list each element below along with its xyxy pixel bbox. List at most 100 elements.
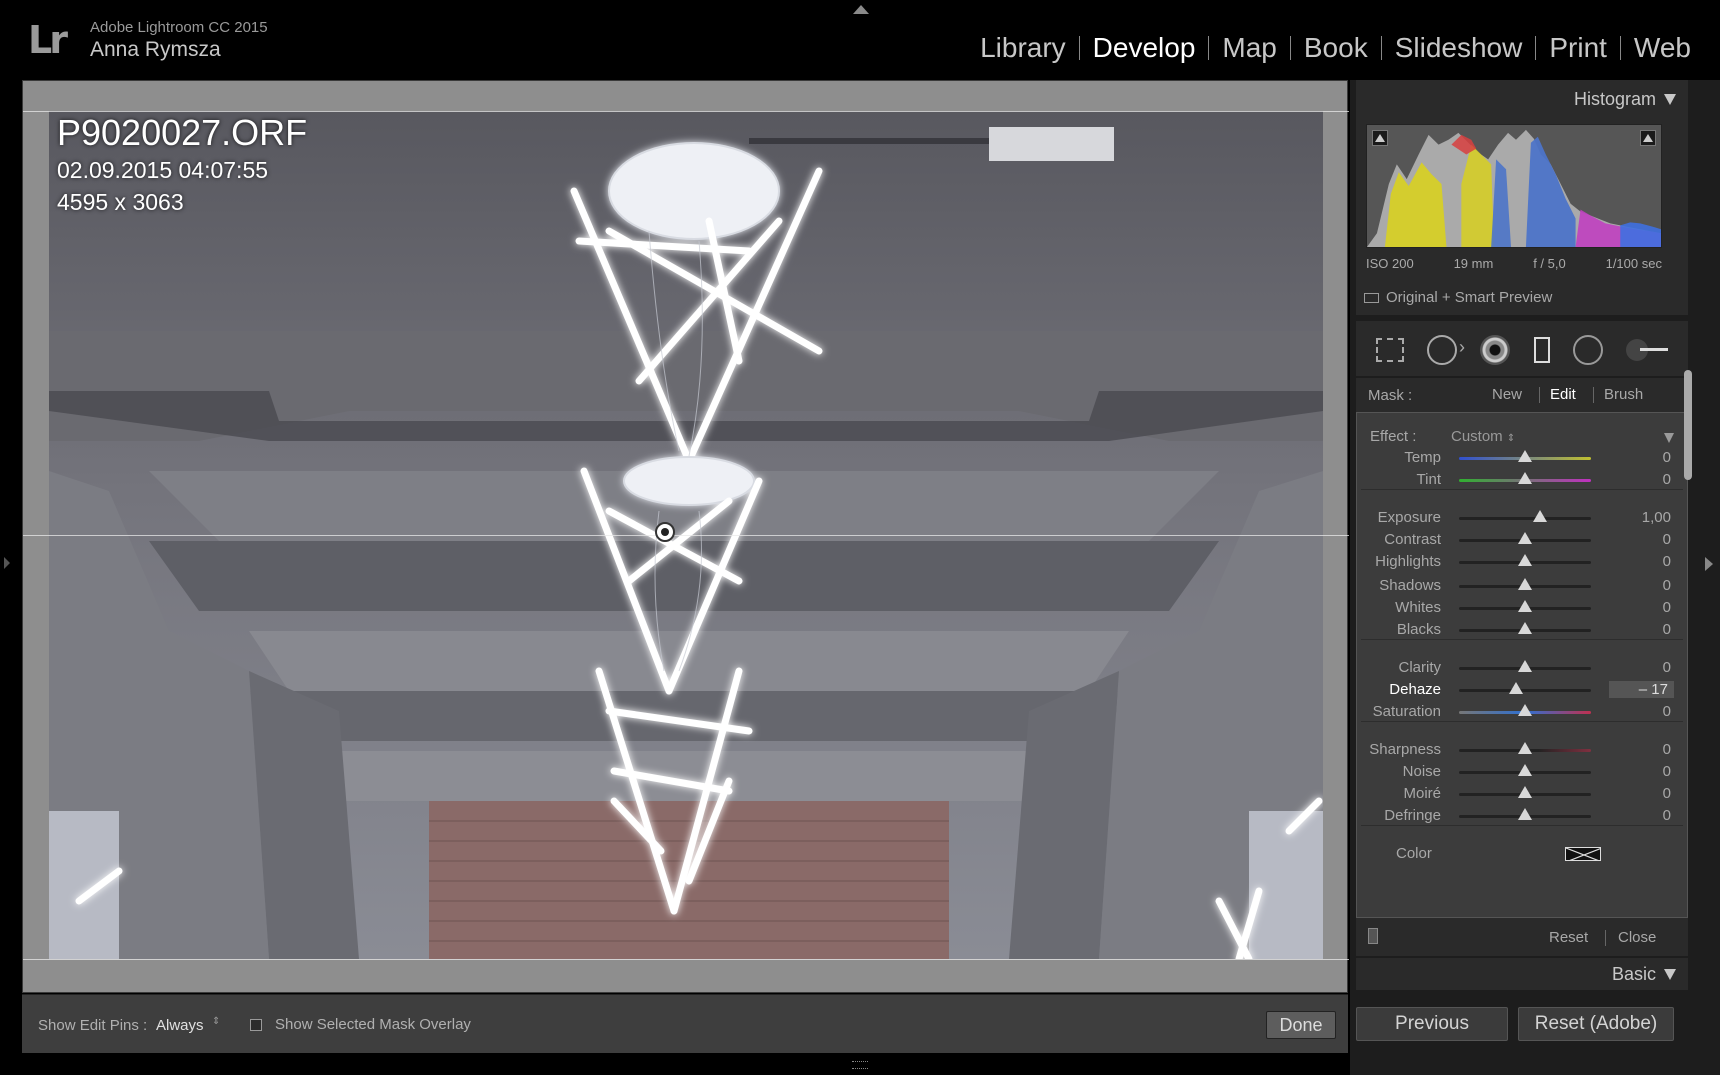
radial-filter-icon[interactable] xyxy=(1572,335,1603,365)
effect-collapse-icon[interactable] xyxy=(1664,433,1674,443)
basic-panel-header[interactable]: Basic xyxy=(1356,956,1688,990)
adjustment-brush-icon[interactable] xyxy=(1626,339,1669,361)
module-print[interactable]: Print xyxy=(1536,32,1620,64)
highlight-clipping-icon[interactable] xyxy=(1640,130,1656,146)
collapse-triangle-icon[interactable] xyxy=(1664,969,1676,980)
graduated-filter-icon[interactable] xyxy=(1533,337,1550,363)
smart-preview-status[interactable]: Original + Smart Preview xyxy=(1364,289,1552,306)
module-book[interactable]: Book xyxy=(1291,32,1381,64)
slider-thumb[interactable] xyxy=(1518,764,1532,776)
slider-thumb[interactable] xyxy=(1518,808,1532,820)
slider-sharpness[interactable]: Sharpness 0 xyxy=(1357,739,1687,761)
slider-value[interactable]: 0 xyxy=(1663,471,1671,488)
slider-thumb[interactable] xyxy=(1518,578,1532,590)
slider-track[interactable] xyxy=(1459,554,1591,566)
slider-thumb[interactable] xyxy=(1518,532,1532,544)
slider-value[interactable]: 0 xyxy=(1663,807,1671,824)
reset-adobe-button[interactable]: Reset (Adobe) xyxy=(1518,1007,1674,1041)
mask-brush-button[interactable]: Brush xyxy=(1604,386,1643,403)
slider-value[interactable]: 0 xyxy=(1663,741,1671,758)
slider-contrast[interactable]: Contrast 0 xyxy=(1357,529,1687,551)
previous-button[interactable]: Previous xyxy=(1356,1007,1508,1041)
slider-thumb[interactable] xyxy=(1518,554,1532,566)
slider-clarity[interactable]: Clarity 0 xyxy=(1357,657,1687,679)
red-eye-icon[interactable] xyxy=(1480,335,1511,365)
slider-track[interactable] xyxy=(1459,578,1591,590)
histogram-header[interactable]: Histogram xyxy=(1356,80,1688,118)
slider-track[interactable] xyxy=(1459,682,1591,694)
slider-exposure[interactable]: Exposure 1,00 xyxy=(1357,507,1687,529)
shadow-clipping-icon[interactable] xyxy=(1372,130,1388,146)
slider-thumb[interactable] xyxy=(1518,660,1532,672)
slider-thumb[interactable] xyxy=(1518,472,1532,484)
slider-thumb[interactable] xyxy=(1532,510,1547,522)
slider-track[interactable] xyxy=(1459,600,1591,612)
slider-track[interactable] xyxy=(1459,532,1591,544)
histogram-chart[interactable] xyxy=(1366,124,1662,248)
slider-thumb[interactable] xyxy=(1518,622,1532,634)
slider-thumb[interactable] xyxy=(1518,450,1532,462)
slider-value[interactable]: 0 xyxy=(1663,763,1671,780)
slider-value[interactable]: 0 xyxy=(1663,785,1671,802)
slider-noise[interactable]: Noise 0 xyxy=(1357,761,1687,783)
slider-blacks[interactable]: Blacks 0 xyxy=(1357,619,1687,641)
slider-thumb[interactable] xyxy=(1508,682,1523,694)
crop-icon[interactable] xyxy=(1375,338,1404,362)
mask-new-button[interactable]: New xyxy=(1492,386,1522,403)
done-button[interactable]: Done xyxy=(1266,1011,1336,1039)
slider-value[interactable]: 0 xyxy=(1663,577,1671,594)
slider-track[interactable] xyxy=(1459,786,1591,798)
slider-shadows[interactable]: Shadows 0 xyxy=(1357,575,1687,597)
module-develop[interactable]: Develop xyxy=(1080,32,1209,64)
slider-highlights[interactable]: Highlights 0 xyxy=(1357,551,1687,573)
slider-saturation[interactable]: Saturation 0 xyxy=(1357,701,1687,723)
slider-value[interactable]: 1,00 xyxy=(1642,509,1671,526)
slider-thumb[interactable] xyxy=(1518,742,1532,754)
slider-track[interactable] xyxy=(1459,622,1591,634)
slider-track[interactable] xyxy=(1459,472,1591,484)
color-swatch[interactable] xyxy=(1565,847,1601,861)
slider-thumb[interactable] xyxy=(1518,704,1532,716)
module-slideshow[interactable]: Slideshow xyxy=(1382,32,1536,64)
slider-value[interactable]: 0 xyxy=(1663,621,1671,638)
mask-overlay-label[interactable]: Show Selected Mask Overlay xyxy=(275,1016,471,1033)
slider-track[interactable] xyxy=(1459,704,1591,716)
slider-dehaze[interactable]: Dehaze – 17 xyxy=(1357,679,1687,701)
show-edit-pins-select[interactable]: Always xyxy=(156,1017,204,1034)
slider-value[interactable]: 0 xyxy=(1663,531,1671,548)
spot-removal-icon[interactable] xyxy=(1426,335,1465,365)
collapse-top-panel-icon[interactable] xyxy=(853,5,869,14)
slider-value[interactable]: 0 xyxy=(1663,599,1671,616)
slider-track[interactable] xyxy=(1459,660,1591,672)
close-button[interactable]: Close xyxy=(1618,929,1656,946)
expand-left-panel-icon[interactable] xyxy=(4,557,10,569)
effect-preset-select[interactable]: Custom ⇕ xyxy=(1451,428,1515,445)
mask-edit-button[interactable]: Edit xyxy=(1550,386,1576,403)
slider-track[interactable] xyxy=(1459,742,1591,754)
collapse-right-panel-icon[interactable] xyxy=(1705,557,1713,571)
right-panel-scrollbar[interactable] xyxy=(1684,370,1692,480)
expand-filmstrip-icon[interactable] xyxy=(852,1061,868,1069)
module-library[interactable]: Library xyxy=(967,32,1079,64)
reset-button[interactable]: Reset xyxy=(1549,929,1588,946)
module-web[interactable]: Web xyxy=(1621,32,1704,64)
slider-track[interactable] xyxy=(1459,450,1591,462)
slider-track[interactable] xyxy=(1459,510,1591,522)
slider-value[interactable]: 0 xyxy=(1663,449,1671,466)
slider-value[interactable]: 0 xyxy=(1663,553,1671,570)
slider-thumb[interactable] xyxy=(1518,600,1532,612)
slider-value[interactable]: 0 xyxy=(1663,659,1671,676)
slider-thumb[interactable] xyxy=(1518,786,1532,798)
mask-overlay-checkbox[interactable] xyxy=(250,1019,262,1031)
module-map[interactable]: Map xyxy=(1209,32,1289,64)
panel-switch-icon[interactable] xyxy=(1368,928,1378,944)
slider-whites[interactable]: Whites 0 xyxy=(1357,597,1687,619)
select-updown-icon[interactable]: ⇕ xyxy=(212,1016,220,1027)
slider-temp[interactable]: Temp 0 xyxy=(1357,447,1687,469)
slider-value[interactable]: 0 xyxy=(1663,703,1671,720)
slider-value[interactable]: – 17 xyxy=(1608,681,1674,698)
slider-moir[interactable]: Moiré 0 xyxy=(1357,783,1687,805)
slider-tint[interactable]: Tint 0 xyxy=(1357,469,1687,491)
slider-track[interactable] xyxy=(1459,764,1591,776)
slider-track[interactable] xyxy=(1459,808,1591,820)
